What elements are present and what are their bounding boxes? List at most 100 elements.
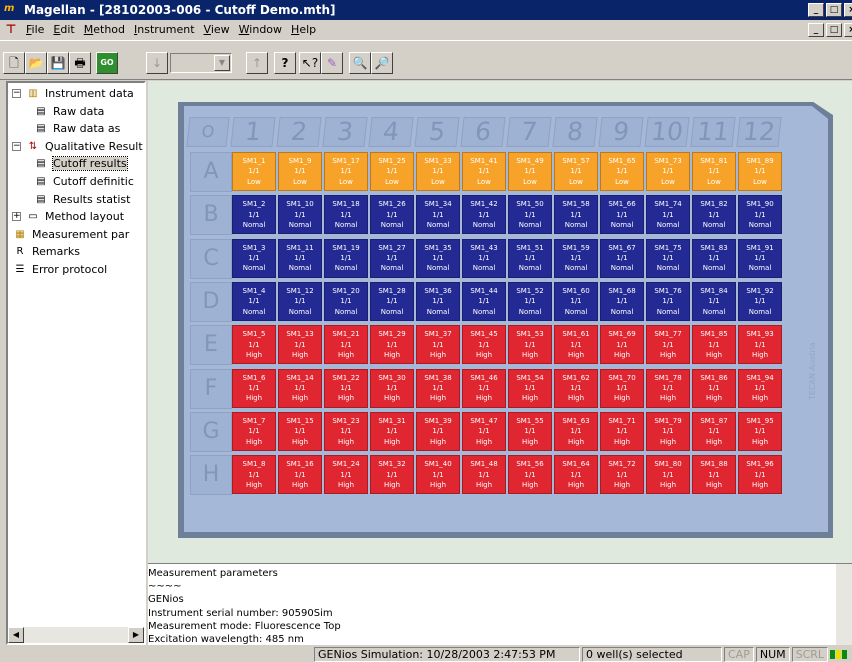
- plate-well[interactable]: SM1_90 1/1 Nomal: [738, 195, 782, 235]
- menu-view[interactable]: View: [201, 23, 236, 36]
- plate-well[interactable]: SM1_76 1/1 Nomal: [646, 281, 690, 321]
- plate-well[interactable]: SM1_88 1/1 High: [692, 455, 736, 495]
- up-arrow-icon[interactable]: ↑: [246, 52, 268, 74]
- row-header[interactable]: B: [190, 195, 232, 236]
- plate-well[interactable]: SM1_36 1/1 Nomal: [416, 281, 460, 321]
- plate-well[interactable]: SM1_26 1/1 Nomal: [370, 195, 414, 235]
- plate-well[interactable]: SM1_34 1/1 Nomal: [416, 195, 460, 235]
- plate-well[interactable]: SM1_27 1/1 Nomal: [370, 238, 414, 278]
- child-minimize-button[interactable]: _: [808, 22, 824, 37]
- column-header[interactable]: 12: [736, 117, 782, 147]
- row-header[interactable]: H: [190, 455, 232, 496]
- child-close-button[interactable]: ×: [844, 22, 852, 37]
- plate-well[interactable]: SM1_72 1/1 High: [600, 455, 644, 495]
- plate-well[interactable]: SM1_19 1/1 Nomal: [324, 238, 368, 278]
- plate-well[interactable]: SM1_96 1/1 High: [738, 455, 782, 495]
- plate-well[interactable]: SM1_20 1/1 Nomal: [324, 281, 368, 321]
- plate-well[interactable]: SM1_48 1/1 High: [462, 455, 506, 495]
- plate-well[interactable]: SM1_6 1/1 High: [232, 368, 276, 408]
- plate-well[interactable]: SM1_23 1/1 High: [324, 411, 368, 451]
- plate-well[interactable]: SM1_82 1/1 Nomal: [692, 195, 736, 235]
- plate-well[interactable]: SM1_40 1/1 High: [416, 455, 460, 495]
- menu-instrument[interactable]: Instrument: [131, 23, 201, 36]
- plate-well[interactable]: SM1_1 1/1 Low: [232, 152, 276, 191]
- plate-well[interactable]: SM1_95 1/1 High: [738, 411, 782, 451]
- plate-well[interactable]: SM1_24 1/1 High: [324, 455, 368, 495]
- tree-item-raw-data[interactable]: ▤ Raw data: [33, 103, 104, 120]
- plate-well[interactable]: SM1_44 1/1 Nomal: [462, 281, 506, 321]
- tree-item-measurement-par[interactable]: ▦ Measurement par: [12, 226, 129, 243]
- print-icon[interactable]: 🖶: [69, 52, 91, 74]
- restore-button[interactable]: □: [826, 3, 842, 17]
- menu-edit[interactable]: Edit: [50, 23, 80, 36]
- plate-well[interactable]: SM1_66 1/1 Nomal: [600, 195, 644, 235]
- column-header[interactable]: 3: [322, 117, 368, 147]
- plate-well[interactable]: SM1_80 1/1 High: [646, 455, 690, 495]
- go-icon[interactable]: GO: [96, 52, 118, 74]
- plate-well[interactable]: SM1_64 1/1 High: [554, 455, 598, 495]
- plate-well[interactable]: SM1_73 1/1 Low: [646, 152, 690, 191]
- plate-well[interactable]: SM1_62 1/1 High: [554, 368, 598, 408]
- child-restore-button[interactable]: □: [826, 22, 842, 37]
- column-header[interactable]: 10: [644, 117, 690, 147]
- plate-well[interactable]: SM1_18 1/1 Nomal: [324, 195, 368, 235]
- measurement-parameters-panel[interactable]: Measurement parameters ~~~~ GENios Instr…: [148, 563, 852, 645]
- context-help-icon[interactable]: ↖?: [299, 52, 321, 74]
- open-icon[interactable]: 📂: [25, 52, 47, 74]
- plate-well[interactable]: SM1_84 1/1 Nomal: [692, 281, 736, 321]
- plate-well[interactable]: SM1_78 1/1 High: [646, 368, 690, 408]
- plate-well[interactable]: SM1_59 1/1 Nomal: [554, 238, 598, 278]
- plate-well[interactable]: SM1_93 1/1 High: [738, 325, 782, 365]
- plate-well[interactable]: SM1_45 1/1 High: [462, 325, 506, 365]
- plate-well[interactable]: SM1_68 1/1 Nomal: [600, 281, 644, 321]
- navigation-tree[interactable]: − ▥ Instrument data ▤ Raw data ▤ Raw data as − ⇅…: [6, 81, 146, 645]
- plate-well[interactable]: SM1_29 1/1 High: [370, 325, 414, 365]
- plate-well[interactable]: SM1_3 1/1 Nomal: [232, 238, 276, 278]
- plate-well[interactable]: SM1_65 1/1 Low: [600, 152, 644, 191]
- close-button[interactable]: ×: [844, 3, 852, 17]
- plate-well[interactable]: SM1_5 1/1 High: [232, 325, 276, 365]
- plate-well[interactable]: SM1_74 1/1 Nomal: [646, 195, 690, 235]
- plate-well[interactable]: SM1_25 1/1 Low: [370, 152, 414, 191]
- plate-well[interactable]: SM1_52 1/1 Nomal: [508, 281, 552, 321]
- tree-item-results-statist[interactable]: ▤ Results statist: [33, 191, 130, 208]
- new-icon[interactable]: 🗋: [3, 52, 25, 74]
- plate-well[interactable]: SM1_8 1/1 High: [232, 455, 276, 495]
- plate-well[interactable]: SM1_2 1/1 Nomal: [232, 195, 276, 235]
- plate-well[interactable]: SM1_63 1/1 High: [554, 411, 598, 451]
- column-header[interactable]: 6: [460, 117, 506, 147]
- plate-well[interactable]: SM1_87 1/1 High: [692, 411, 736, 451]
- row-header[interactable]: C: [190, 238, 232, 279]
- plate-well[interactable]: SM1_70 1/1 High: [600, 368, 644, 408]
- plate-well[interactable]: SM1_11 1/1 Nomal: [278, 238, 322, 278]
- plate-well[interactable]: SM1_67 1/1 Nomal: [600, 238, 644, 278]
- expand-toggle-icon[interactable]: −: [12, 89, 21, 98]
- scroll-right-icon[interactable]: ▶: [128, 627, 144, 643]
- tree-item-remarks[interactable]: R Remarks: [12, 243, 80, 260]
- plate-well[interactable]: SM1_21 1/1 High: [324, 325, 368, 365]
- tree-item-instrument-data[interactable]: − ▥ Instrument data: [12, 85, 134, 102]
- plate-well[interactable]: SM1_58 1/1 Nomal: [554, 195, 598, 235]
- tree-item-method-layout[interactable]: + ▭ Method layout: [12, 208, 124, 225]
- tree-item-qualitative-result[interactable]: − ⇅ Qualitative Result: [12, 138, 143, 155]
- plate-well[interactable]: SM1_32 1/1 High: [370, 455, 414, 495]
- plate-well[interactable]: SM1_69 1/1 High: [600, 325, 644, 365]
- plate-well[interactable]: SM1_10 1/1 Nomal: [278, 195, 322, 235]
- plate-well[interactable]: SM1_75 1/1 Nomal: [646, 238, 690, 278]
- wizard-icon[interactable]: ✎: [321, 52, 343, 74]
- row-header[interactable]: E: [190, 325, 232, 366]
- plate-well[interactable]: SM1_7 1/1 High: [232, 411, 276, 451]
- plate-well[interactable]: SM1_46 1/1 High: [462, 368, 506, 408]
- row-header[interactable]: A: [190, 152, 232, 192]
- plate-well[interactable]: SM1_13 1/1 High: [278, 325, 322, 365]
- plate-well[interactable]: SM1_41 1/1 Low: [462, 152, 506, 191]
- plate-well[interactable]: SM1_37 1/1 High: [416, 325, 460, 365]
- plate-well[interactable]: SM1_86 1/1 High: [692, 368, 736, 408]
- plate-well[interactable]: SM1_85 1/1 High: [692, 325, 736, 365]
- plate-well[interactable]: SM1_47 1/1 High: [462, 411, 506, 451]
- minimize-button[interactable]: _: [808, 3, 824, 17]
- column-header[interactable]: 1: [230, 117, 276, 147]
- row-header[interactable]: G: [190, 411, 232, 452]
- plate-well[interactable]: SM1_77 1/1 High: [646, 325, 690, 365]
- down-arrow-icon[interactable]: ↓: [146, 52, 168, 74]
